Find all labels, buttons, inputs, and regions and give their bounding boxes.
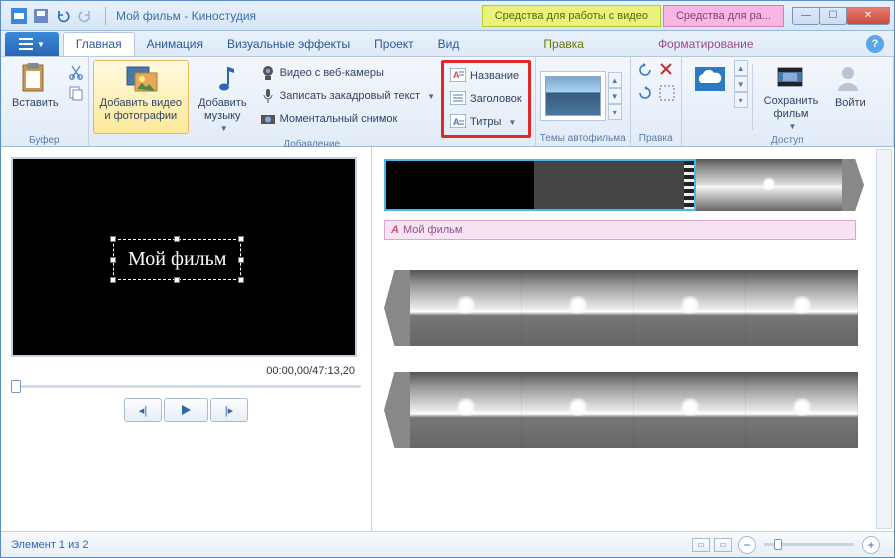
window-title: Мой фильм - Киностудия <box>112 9 256 23</box>
thumb-size-large[interactable]: ▭ <box>714 538 732 552</box>
add-media-label: Добавить видео и фотографии <box>100 97 182 122</box>
close-button[interactable]: ✕ <box>846 7 890 25</box>
add-caption-button[interactable]: Заголовок <box>446 88 526 110</box>
svg-text:A: A <box>453 117 460 127</box>
signin-label: Войти <box>835 97 866 110</box>
zoom-in-button[interactable]: + <box>862 536 880 554</box>
tab-effects[interactable]: Визуальные эффекты <box>215 32 362 56</box>
share-down[interactable]: ▼ <box>734 76 748 92</box>
title-tools-highlight: A Название Заголовок A Титры▼ <box>441 60 531 138</box>
add-music-label: Добавить музыку <box>198 97 247 122</box>
clip-arrow <box>842 159 864 211</box>
gallery-up[interactable]: ▲ <box>608 72 622 88</box>
copy-icon[interactable] <box>68 85 84 101</box>
item-counter: Элемент 1 из 2 <box>11 539 88 551</box>
caption-track[interactable]: A Мой фильм <box>384 220 856 240</box>
thumb-size-small[interactable]: ▭ <box>692 538 710 552</box>
maximize-button[interactable]: ☐ <box>819 7 847 25</box>
video-preview[interactable]: Мой фильм <box>11 157 357 357</box>
add-title-button[interactable]: A Название <box>446 65 526 87</box>
title-text: Мой фильм <box>128 248 226 270</box>
delete-icon[interactable] <box>659 62 673 78</box>
tab-format[interactable]: Форматирование <box>646 32 766 56</box>
caption-text: Мой фильм <box>403 224 463 236</box>
title-icon: A <box>450 68 466 84</box>
save-icon[interactable] <box>33 8 49 24</box>
group-access-label: Доступ <box>686 134 889 146</box>
tab-edit[interactable]: Правка <box>531 32 596 56</box>
undo-icon[interactable] <box>55 8 71 24</box>
rotate-right-icon[interactable] <box>637 85 653 101</box>
select-all-icon[interactable] <box>659 85 675 101</box>
rotate-left-icon[interactable] <box>637 62 653 78</box>
group-edit-label: Правка <box>635 132 677 144</box>
webcam-button[interactable]: Видео с веб-камеры <box>256 62 439 84</box>
redo-icon[interactable] <box>77 8 93 24</box>
share-up[interactable]: ▲ <box>734 60 748 76</box>
titlebar: Мой фильм - Киностудия Средства для рабо… <box>1 1 894 31</box>
paste-label: Вставить <box>12 97 59 110</box>
skydrive-button[interactable] <box>686 60 732 134</box>
ribbon-tabs: ▼ Главная Анимация Визуальные эффекты Пр… <box>1 31 894 57</box>
tab-animation[interactable]: Анимация <box>135 32 215 56</box>
group-buffer-label: Буфер <box>5 134 84 146</box>
title-textbox[interactable]: Мой фильм <box>113 239 241 280</box>
gallery-down[interactable]: ▼ <box>608 88 622 104</box>
group-themes-label: Темы автофильма <box>540 132 626 144</box>
main-area: Мой фильм 00:00,00/47:13,20 ◂| |▸ <box>1 147 894 531</box>
tab-home[interactable]: Главная <box>63 32 135 56</box>
timeline-row-2[interactable] <box>384 270 882 346</box>
save-movie-label: Сохранить фильм <box>764 95 819 120</box>
help-icon[interactable]: ? <box>866 35 884 53</box>
voiceover-button[interactable]: Записать закадровый текст▼ <box>256 85 439 107</box>
svg-text:A: A <box>453 70 460 80</box>
timeline-pane: A Мой фильм <box>371 147 894 531</box>
snapshot-button[interactable]: Моментальный снимок <box>256 108 439 130</box>
preview-pane: Мой фильм 00:00,00/47:13,20 ◂| |▸ <box>1 147 371 531</box>
status-bar: Элемент 1 из 2 ▭ ▭ − + <box>1 531 894 557</box>
playback-slider[interactable] <box>11 385 361 388</box>
timecode: 00:00,00/47:13,20 <box>17 365 355 377</box>
mic-icon <box>260 88 276 104</box>
caption-icon <box>450 91 466 107</box>
signin-button[interactable]: Войти <box>827 60 873 134</box>
next-frame-button[interactable]: |▸ <box>210 398 248 422</box>
save-movie-button[interactable]: Сохранить фильм▼ <box>757 60 826 134</box>
prev-frame-button[interactable]: ◂| <box>124 398 162 422</box>
timeline-row-3[interactable] <box>384 372 882 448</box>
autotheme-gallery[interactable] <box>540 71 606 121</box>
add-music-button[interactable]: Добавить музыку ▼ <box>191 60 254 134</box>
cut-icon[interactable] <box>68 64 84 80</box>
camera-icon <box>260 111 276 127</box>
tab-project[interactable]: Проект <box>362 32 426 56</box>
share-more[interactable]: ▾ <box>734 92 748 108</box>
title-clip[interactable] <box>384 159 696 211</box>
zoom-slider[interactable] <box>764 543 854 546</box>
webcam-icon <box>260 65 276 81</box>
file-menu[interactable]: ▼ <box>5 32 59 56</box>
play-button[interactable] <box>164 398 208 422</box>
paste-button[interactable]: Вставить <box>5 60 66 134</box>
gallery-more[interactable]: ▾ <box>608 104 622 120</box>
vertical-scrollbar[interactable] <box>876 149 892 529</box>
context-tab-text[interactable]: Средства для ра... <box>663 5 784 27</box>
context-tab-video[interactable]: Средства для работы с видео <box>482 5 661 27</box>
tab-view[interactable]: Вид <box>426 32 472 56</box>
app-icon <box>11 8 27 24</box>
text-track-icon: A <box>391 224 399 236</box>
minimize-button[interactable]: — <box>792 7 820 25</box>
zoom-out-button[interactable]: − <box>738 536 756 554</box>
timeline-row-1[interactable] <box>384 159 882 211</box>
credits-icon: A <box>450 114 466 130</box>
add-media-button[interactable]: Добавить видео и фотографии <box>93 60 189 134</box>
ribbon: Вставить Буфер Добавить видео и фотограф… <box>1 57 894 147</box>
add-credits-button[interactable]: A Титры▼ <box>446 111 526 133</box>
